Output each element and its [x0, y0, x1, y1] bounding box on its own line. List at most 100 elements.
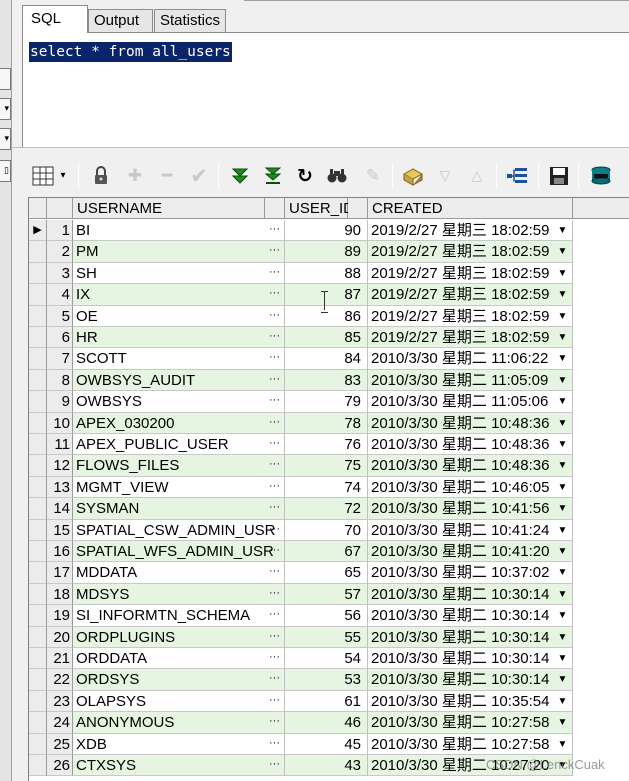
cell-username[interactable]: OLAPSYS: [73, 690, 285, 713]
ellipsis-button-icon[interactable]: ···: [265, 541, 285, 563]
cell-user-id[interactable]: 45: [285, 733, 368, 755]
ellipsis-button-icon[interactable]: ···: [265, 262, 285, 285]
filter-icon[interactable]: ▽: [432, 163, 458, 189]
delete-record-icon[interactable]: ━: [154, 163, 180, 189]
grid-view-icon[interactable]: [30, 163, 56, 189]
ellipsis-button-icon[interactable]: ···: [265, 455, 285, 477]
cell-created[interactable]: 2010/3/30 星期二 10:41:24: [368, 519, 573, 541]
cell-user-id[interactable]: 61: [285, 690, 368, 713]
cell-created[interactable]: 2010/3/30 星期二 10:46:05: [368, 476, 573, 499]
cell-user-id[interactable]: 84: [285, 348, 368, 370]
table-row[interactable]: 23 OLAPSYS ··· 61 2010/3/30 星期二 10:35:54 ▼: [29, 690, 629, 713]
column-header-user-id[interactable]: USER_ID: [285, 198, 354, 219]
cell-user-id[interactable]: 74: [285, 476, 368, 499]
table-row[interactable]: 22 ORDSYS ··· 53 2010/3/30 星期二 10:30:14 ▼: [29, 669, 629, 691]
ellipsis-button-icon[interactable]: ···: [265, 583, 285, 606]
table-row[interactable]: 8 OWBSYS_AUDIT ··· 83 2010/3/30 星期二 11:05:09…: [29, 369, 629, 392]
cell-username[interactable]: PM: [73, 241, 285, 263]
cell-created[interactable]: 2019/2/27 星期三 18:02:59: [368, 327, 573, 349]
left-panel-dropdown-icon[interactable]: ▾: [0, 98, 11, 120]
table-row[interactable]: 16 SPATIAL_WFS_ADMIN_USR ··· 67 2010/3/30 星期…: [29, 541, 629, 563]
tab-output[interactable]: Output: [88, 9, 153, 32]
editor-grid-splitter[interactable]: [12, 147, 629, 157]
ellipsis-button-icon[interactable]: ···: [265, 690, 285, 713]
cell-username[interactable]: CTXSYS: [73, 755, 285, 777]
cell-username[interactable]: SCOTT: [73, 348, 285, 370]
cell-username[interactable]: APEX_030200: [73, 412, 285, 434]
tab-sql[interactable]: SQL: [22, 5, 88, 33]
cell-created[interactable]: 2010/3/30 星期二 10:30:14: [368, 605, 573, 627]
dropdown-arrow-icon[interactable]: ▼: [553, 605, 573, 627]
left-panel-dropdown-icon[interactable]: ▾: [0, 128, 11, 150]
cell-created[interactable]: 2010/3/30 星期二 11:05:06: [368, 391, 573, 413]
dropdown-arrow-icon[interactable]: ▼: [553, 626, 573, 648]
cell-username[interactable]: ORDDATA: [73, 648, 285, 670]
table-row[interactable]: 9 OWBSYS ··· 79 2010/3/30 星期二 11:05:06 ▼: [29, 391, 629, 413]
dropdown-arrow-icon[interactable]: ▼: [553, 583, 573, 606]
ellipsis-button-icon[interactable]: ···: [265, 305, 285, 327]
refresh-icon[interactable]: ↻: [292, 163, 318, 189]
table-row[interactable]: 6 HR ··· 85 2019/2/27 星期三 18:02:59 ▼: [29, 327, 629, 349]
dropdown-arrow-icon[interactable]: ▼: [553, 669, 573, 691]
cell-username[interactable]: XDB: [73, 733, 285, 755]
dropdown-arrow-icon[interactable]: ▼: [553, 262, 573, 285]
dropdown-arrow-icon[interactable]: ▼: [553, 498, 573, 520]
cell-user-id[interactable]: 78: [285, 412, 368, 434]
cell-created[interactable]: 2010/3/30 星期二 10:48:36: [368, 455, 573, 477]
ellipsis-button-icon[interactable]: ···: [265, 348, 285, 370]
table-row[interactable]: ▶ 1 BI ··· 90 2019/2/27 星期三 18:02:59 ▼: [29, 220, 629, 242]
cell-username[interactable]: BI: [73, 220, 285, 242]
cell-username[interactable]: ORDPLUGINS: [73, 626, 285, 648]
cell-created[interactable]: 2010/3/30 星期二 10:27:58: [368, 733, 573, 755]
table-row[interactable]: 17 MDDATA ··· 65 2010/3/30 星期二 10:37:02 ▼: [29, 562, 629, 584]
cell-user-id[interactable]: 57: [285, 583, 368, 606]
cell-username[interactable]: SYSMAN: [73, 498, 285, 520]
cell-created[interactable]: 2019/2/27 星期三 18:02:59: [368, 241, 573, 263]
cell-user-id[interactable]: 70: [285, 519, 368, 541]
find-icon[interactable]: [324, 163, 350, 189]
table-row[interactable]: 18 MDSYS ··· 57 2010/3/30 星期二 10:30:14 ▼: [29, 583, 629, 606]
table-row[interactable]: 20 ORDPLUGINS ··· 55 2010/3/30 星期二 10:30:14 ▼: [29, 626, 629, 648]
cell-user-id[interactable]: 79: [285, 391, 368, 413]
cell-user-id[interactable]: 56: [285, 605, 368, 627]
dropdown-arrow-icon[interactable]: ▼: [553, 327, 573, 349]
cell-user-id[interactable]: 85: [285, 327, 368, 349]
table-row[interactable]: 4 IX ··· 87 2019/2/27 星期三 18:02:59 ▼: [29, 284, 629, 306]
lock-icon[interactable]: [88, 163, 114, 189]
table-row[interactable]: 11 APEX_PUBLIC_USER ··· 76 2010/3/30 星期二 10:…: [29, 434, 629, 456]
dropdown-arrow-icon[interactable]: ▼: [553, 412, 573, 434]
dropdown-arrow-icon[interactable]: ▼: [553, 562, 573, 584]
sql-query-text[interactable]: select * from all_users: [29, 42, 232, 62]
cell-created[interactable]: 2010/3/30 星期二 10:41:20: [368, 541, 573, 563]
dropdown-arrow-icon[interactable]: ▼: [553, 434, 573, 456]
ellipsis-button-icon[interactable]: ···: [265, 220, 285, 242]
table-row[interactable]: 19 SI_INFORMTN_SCHEMA ··· 56 2010/3/30 星期二 1…: [29, 605, 629, 627]
ellipsis-button-icon[interactable]: ···: [265, 241, 285, 263]
table-row[interactable]: 3 SH ··· 88 2019/2/27 星期三 18:02:59 ▼: [29, 262, 629, 285]
cell-username[interactable]: MDDATA: [73, 562, 285, 584]
column-header-created[interactable]: CREATED: [368, 198, 573, 219]
dropdown-arrow-icon[interactable]: ▼: [553, 241, 573, 263]
left-panel-page-icon[interactable]: ▯: [0, 160, 11, 182]
ellipsis-button-icon[interactable]: ···: [265, 755, 285, 777]
ellipsis-button-icon[interactable]: ···: [265, 562, 285, 584]
cell-created[interactable]: 2019/2/27 星期三 18:02:59: [368, 220, 573, 242]
cell-created[interactable]: 2010/3/30 星期二 10:41:56: [368, 498, 573, 520]
dropdown-arrow-icon[interactable]: ▼: [553, 519, 573, 541]
cell-user-id[interactable]: 75: [285, 455, 368, 477]
cell-user-id[interactable]: 54: [285, 648, 368, 670]
cell-username[interactable]: MDSYS: [73, 583, 285, 606]
cell-username[interactable]: ORDSYS: [73, 669, 285, 691]
cell-created[interactable]: 2019/2/27 星期三 18:02:59: [368, 305, 573, 327]
cell-username[interactable]: SPATIAL_WFS_ADMIN_USR: [73, 541, 285, 563]
dropdown-arrow-icon[interactable]: ▼: [553, 733, 573, 755]
cell-user-id[interactable]: 67: [285, 541, 368, 563]
ellipsis-button-icon[interactable]: ···: [265, 327, 285, 349]
dropdown-arrow-icon[interactable]: ▼: [553, 455, 573, 477]
sort-icon[interactable]: △: [464, 163, 490, 189]
tab-statistics[interactable]: Statistics: [154, 9, 226, 32]
table-row[interactable]: 12 FLOWS_FILES ··· 75 2010/3/30 星期二 10:48:36…: [29, 455, 629, 477]
clear-icon[interactable]: ✎: [360, 163, 386, 189]
table-row[interactable]: 7 SCOTT ··· 84 2010/3/30 星期二 11:06:22 ▼: [29, 348, 629, 370]
cell-user-id[interactable]: 55: [285, 626, 368, 648]
